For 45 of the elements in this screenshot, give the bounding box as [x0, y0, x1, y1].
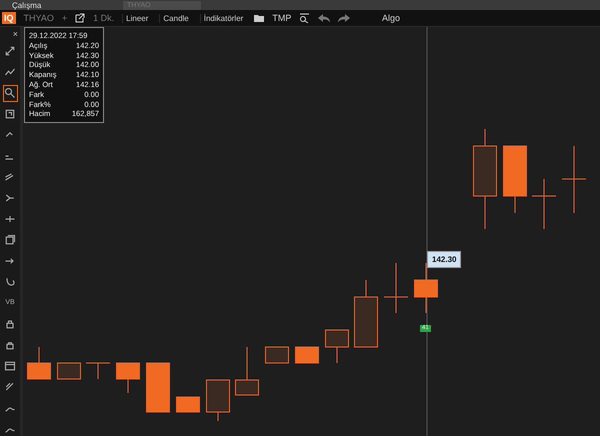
candlestick [176, 396, 200, 412]
symbol-label[interactable]: THYAO [24, 13, 54, 23]
template-button[interactable]: TMP [272, 13, 292, 23]
tool-icon [4, 380, 16, 393]
candlestick [265, 346, 289, 364]
undo-icon[interactable] [318, 14, 330, 22]
candlestick [206, 380, 230, 422]
candlestick [562, 146, 586, 214]
candlestick [384, 262, 408, 314]
candlestick [57, 362, 81, 380]
tool-icon [4, 45, 16, 58]
algo-button[interactable]: Algo [382, 13, 400, 23]
drawing-tool[interactable] [2, 84, 18, 102]
tool-icon [4, 318, 16, 330]
candlestick [295, 346, 319, 364]
tool-icon [4, 87, 16, 100]
candlestick [354, 280, 378, 348]
external-link-icon[interactable] [75, 13, 86, 23]
tool-icon [4, 234, 16, 246]
tool-icon [4, 276, 16, 288]
tool-icon [4, 192, 16, 204]
toolbar-button[interactable]: Lineer [122, 14, 152, 22]
candlestick [325, 330, 349, 364]
candlestick [116, 362, 140, 394]
candlestick [86, 362, 110, 380]
price-tooltip: 142.30 [427, 251, 462, 268]
candlestick [235, 346, 259, 396]
toolbar-button[interactable]: Candle [159, 14, 192, 22]
candlestick [414, 262, 438, 314]
tool-icon [4, 108, 16, 120]
toolbar-button[interactable]: İndikatörler [200, 14, 246, 22]
candlestick [146, 362, 170, 412]
workspace-label[interactable]: Çalışma [12, 0, 117, 10]
add-button[interactable]: + [62, 13, 68, 23]
interval-label[interactable]: 1 Dk. [93, 13, 114, 23]
folder-icon[interactable] [254, 14, 264, 22]
candlestick [503, 146, 527, 214]
redo-icon[interactable] [338, 14, 350, 22]
logo: IQ [2, 12, 16, 24]
zoom-icon[interactable] [299, 13, 310, 23]
tool-icon [4, 171, 16, 184]
candlestick [27, 346, 51, 380]
close-button[interactable]: × [12, 29, 18, 39]
tool-icon [4, 360, 16, 372]
candlestick [532, 178, 556, 230]
